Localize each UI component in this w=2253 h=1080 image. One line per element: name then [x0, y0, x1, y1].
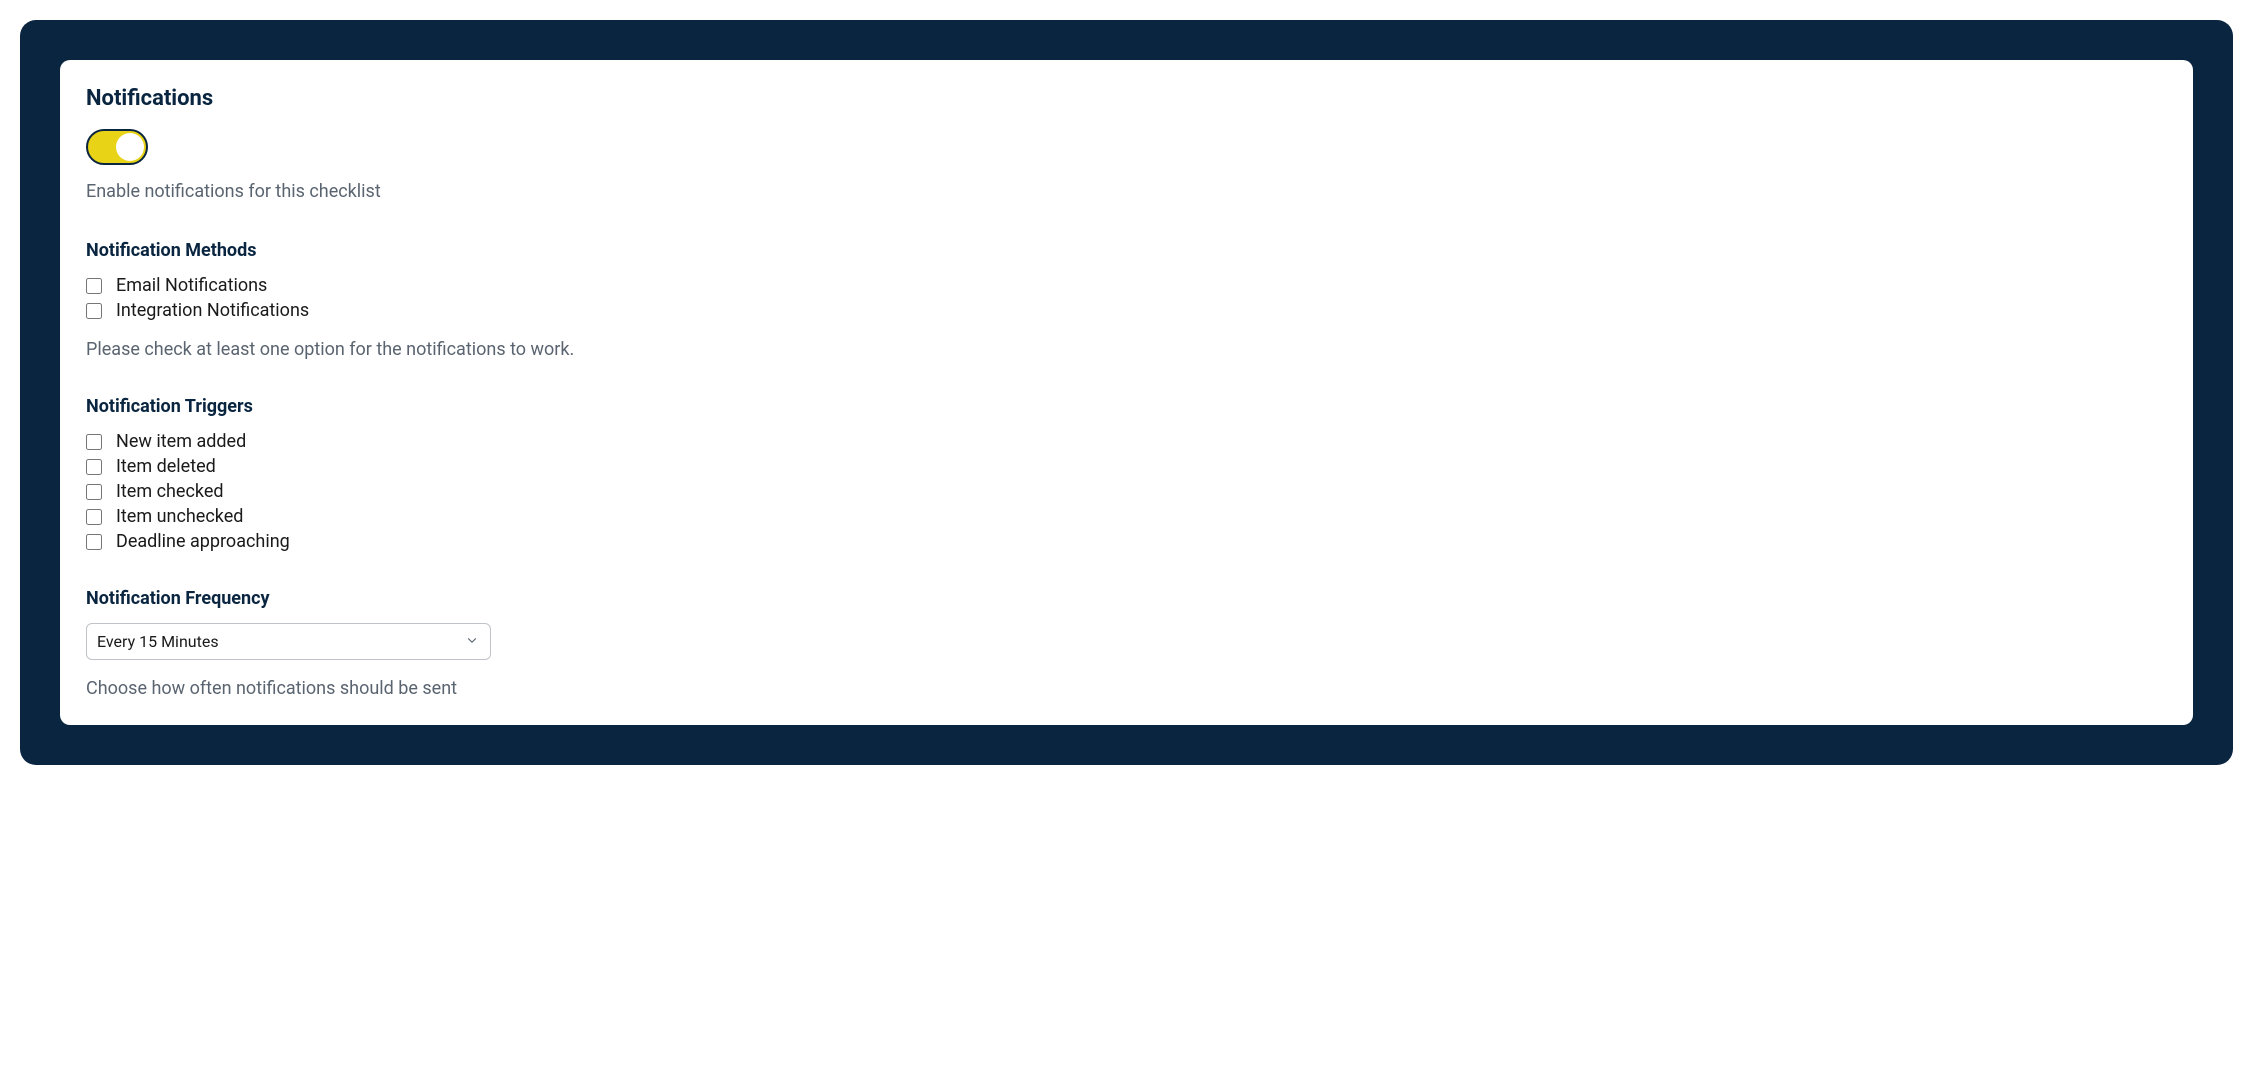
triggers-group: New item added Item deleted Item checked…	[86, 431, 2167, 552]
checkbox-label: New item added	[116, 431, 246, 452]
methods-heading: Notification Methods	[86, 240, 2167, 261]
checkbox-label: Item unchecked	[116, 506, 243, 527]
frequency-select[interactable]: Every 15 Minutes	[86, 623, 491, 660]
notifications-panel: Notifications Enable notifications for t…	[60, 60, 2193, 725]
panel-title: Notifications	[86, 86, 2167, 111]
trigger-row: Item unchecked	[86, 506, 2167, 527]
trigger-row: Deadline approaching	[86, 531, 2167, 552]
checkbox-label: Item checked	[116, 481, 224, 502]
checkbox-label: Email Notifications	[116, 275, 267, 296]
item-deleted-checkbox[interactable]	[86, 459, 102, 475]
trigger-row: Item deleted	[86, 456, 2167, 477]
method-row: Email Notifications	[86, 275, 2167, 296]
toggle-description: Enable notifications for this checklist	[86, 181, 2167, 202]
email-notifications-checkbox[interactable]	[86, 278, 102, 294]
toggle-knob	[116, 133, 144, 161]
item-unchecked-checkbox[interactable]	[86, 509, 102, 525]
integration-notifications-checkbox[interactable]	[86, 303, 102, 319]
trigger-row: New item added	[86, 431, 2167, 452]
checkbox-label: Integration Notifications	[116, 300, 309, 321]
outer-frame: Notifications Enable notifications for t…	[20, 20, 2233, 765]
frequency-heading: Notification Frequency	[86, 588, 2167, 609]
frequency-helper-text: Choose how often notifications should be…	[86, 678, 2167, 699]
enable-notifications-toggle[interactable]	[86, 129, 148, 165]
trigger-row: Item checked	[86, 481, 2167, 502]
triggers-heading: Notification Triggers	[86, 396, 2167, 417]
checkbox-label: Item deleted	[116, 456, 216, 477]
method-row: Integration Notifications	[86, 300, 2167, 321]
methods-helper-text: Please check at least one option for the…	[86, 339, 2167, 360]
deadline-approaching-checkbox[interactable]	[86, 534, 102, 550]
checkbox-label: Deadline approaching	[116, 531, 290, 552]
new-item-added-checkbox[interactable]	[86, 434, 102, 450]
methods-group: Email Notifications Integration Notifica…	[86, 275, 2167, 321]
item-checked-checkbox[interactable]	[86, 484, 102, 500]
frequency-select-wrapper: Every 15 Minutes	[86, 623, 491, 660]
